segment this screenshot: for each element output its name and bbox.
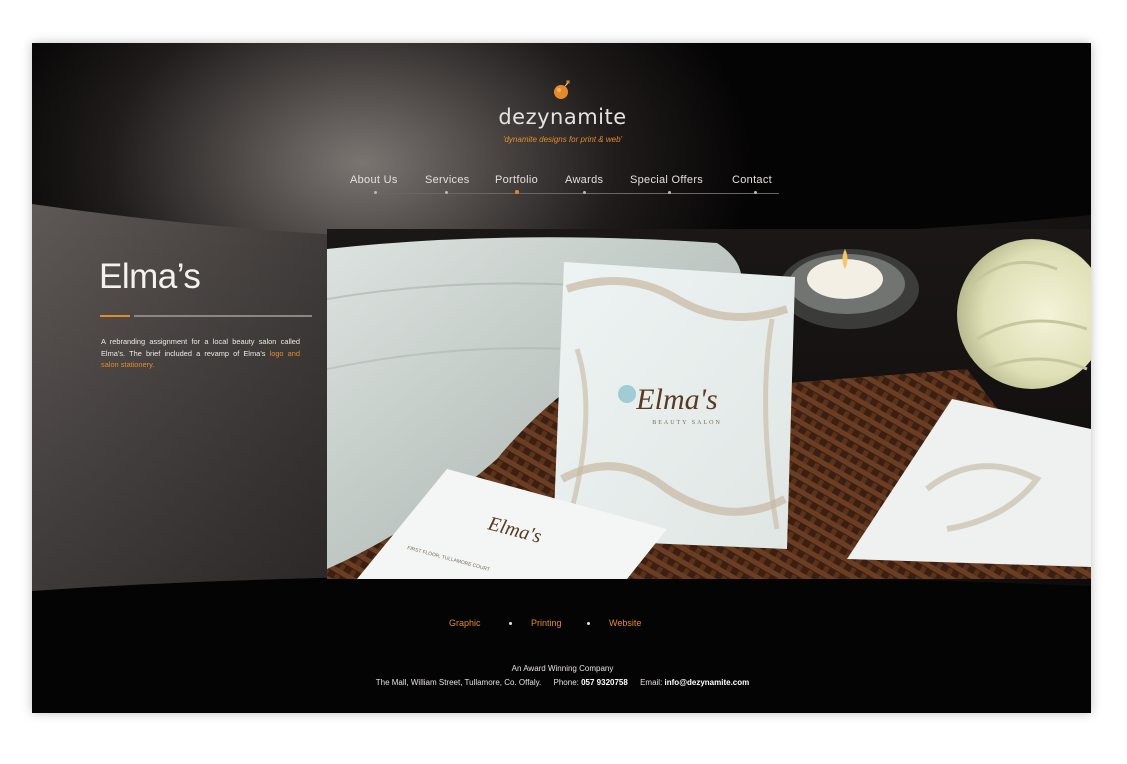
card-subtitle: BEAUTY SALON <box>652 420 722 426</box>
nav-underline <box>350 193 779 194</box>
nav-marker <box>374 191 377 194</box>
award-text: An Award Winning Company <box>511 664 614 673</box>
nav-item-portfolio[interactable]: Portfolio <box>495 174 538 186</box>
nav-item-services[interactable]: Services <box>425 174 470 186</box>
address-text: The Mall, William Street, Tullamore, Co.… <box>375 678 542 687</box>
portfolio-photo: Elma's BEAUTY SALON Elma's FIRST FLOOR, … <box>327 229 1091 579</box>
project-title: Elma’s <box>99 257 201 296</box>
title-rule <box>134 315 312 317</box>
nav-marker <box>445 191 448 194</box>
nav-item-about-us[interactable]: About Us <box>350 174 398 186</box>
brand-tagline: 'dynamite designs for print & web' <box>502 135 623 144</box>
page-canvas: dezynamite 'dynamite designs for print &… <box>32 43 1091 713</box>
footer-link-website[interactable]: Website <box>609 618 641 628</box>
footer-bullet <box>587 622 590 625</box>
nav-marker <box>583 191 586 194</box>
phone-label: Phone: <box>553 678 579 687</box>
footer-bullet <box>509 622 512 625</box>
nav-item-contact[interactable]: Contact <box>732 174 772 186</box>
nav-item-special-offers[interactable]: Special Offers <box>630 174 703 186</box>
nav-item-awards[interactable]: Awards <box>565 174 603 186</box>
phone-number[interactable]: 057 9320758 <box>581 678 628 687</box>
nav-marker-active <box>515 190 519 194</box>
email-link[interactable]: info@dezynamite.com <box>665 678 750 687</box>
nav-marker <box>754 191 757 194</box>
title-rule-accent <box>100 315 130 317</box>
footer-link-printing[interactable]: Printing <box>531 618 562 628</box>
bomb-icon <box>554 80 570 99</box>
nav-marker <box>668 191 671 194</box>
brand-name: dezynamite <box>498 105 627 129</box>
email-label: Email: <box>640 678 663 687</box>
project-description: A rebranding assignment for a local beau… <box>101 336 300 371</box>
footer-links: Graphic Printing Website <box>32 618 1091 632</box>
card-brand: Elma's <box>635 383 717 416</box>
footer-link-graphic[interactable]: Graphic <box>449 618 481 628</box>
contact-info: The Mall, William Street, Tullamore, Co.… <box>32 678 1091 687</box>
main-nav: About Us Services Portfolio Awards Speci… <box>350 174 780 198</box>
